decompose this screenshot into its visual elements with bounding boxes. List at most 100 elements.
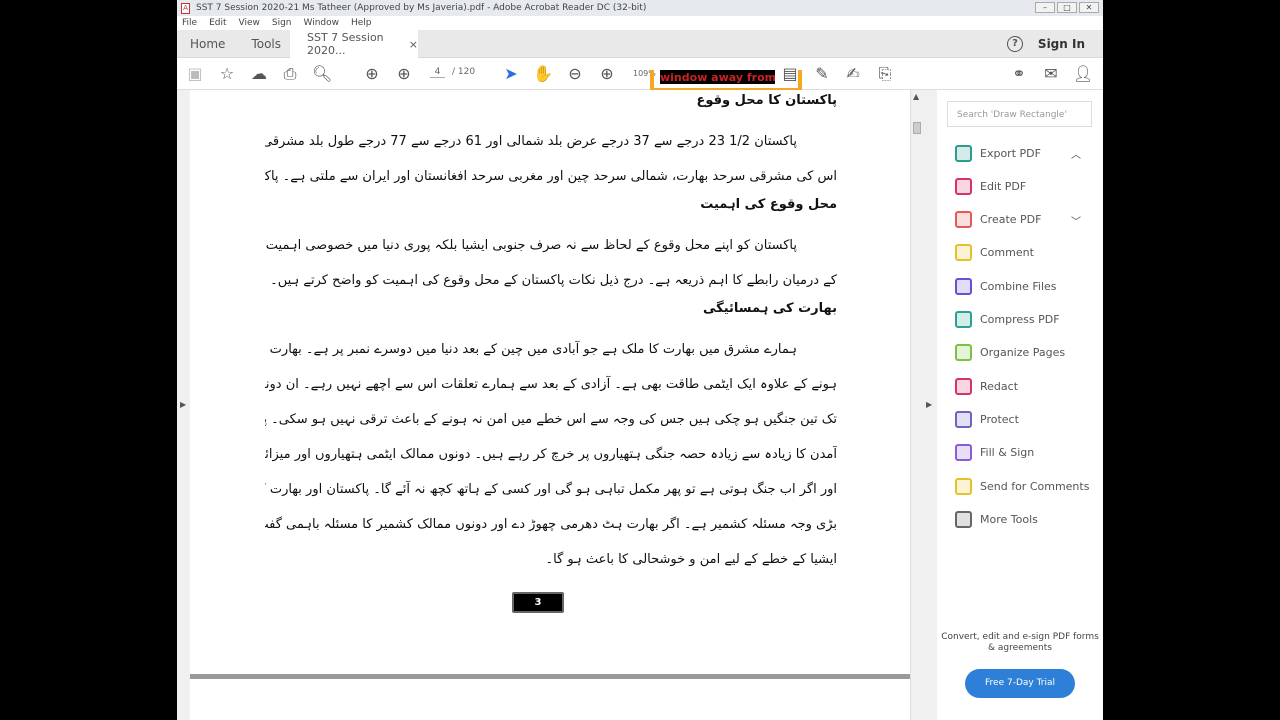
tool-label: Organize Pages	[980, 346, 1066, 360]
acrobat-window: A SST 7 Session 2020-21 Ms Tatheer (Appr…	[177, 0, 1103, 720]
tool-edit-pdf[interactable]: Edit PDF	[955, 176, 1026, 196]
maximize-button[interactable]: □	[1057, 2, 1077, 13]
heading-location: پاکستان کا محل وقوع	[696, 93, 838, 108]
video-overlay-bracket: window away from	[650, 70, 802, 92]
cloud-upload-icon[interactable]: ☁	[249, 64, 269, 84]
collapse-right-arrow-icon[interactable]: ▶	[926, 400, 932, 409]
select-cursor-icon[interactable]: ➤	[501, 64, 521, 84]
tool-send-for-comments[interactable]: Send for Comments	[955, 476, 1089, 496]
page-total: / 120	[452, 67, 476, 77]
paragraph-line: پاکستان کو اپنے محل وقوع کے لحاظ سے نہ ص…	[265, 238, 797, 253]
edit-pdf-icon	[955, 177, 972, 195]
pdf-app-icon: A	[181, 2, 190, 14]
paragraph-line: تک تین جنگیں ہو چکی ہیں جس کی وجہ سے اس …	[265, 412, 837, 427]
send-for-comments-icon	[955, 477, 972, 495]
tool-label: Protect	[980, 412, 1019, 426]
tool-redact[interactable]: Redact	[955, 376, 1018, 396]
paragraph-line: بڑی وجہ مسئلہ کشمیر ہے۔ اگر بھارت ہٹ دھر…	[265, 517, 837, 532]
tool-label: Comment	[980, 246, 1034, 260]
tool-more-tools[interactable]: More Tools	[955, 509, 1038, 529]
tool-label: Compress PDF	[980, 313, 1060, 326]
print-icon[interactable]: ⎙	[280, 64, 300, 84]
vertical-scrollbar[interactable]: ▲	[910, 90, 922, 720]
window-title: SST 7 Session 2020-21 Ms Tatheer (Approv…	[196, 3, 647, 13]
tool-label: Edit PDF	[980, 179, 1027, 193]
close-tab-icon[interactable]: ×	[409, 38, 418, 51]
paragraph-line: ایشیا کے خطے کے لیے امن و خوشحالی کا باع…	[545, 552, 838, 567]
zoom-out-icon[interactable]: ⊖	[565, 64, 585, 84]
search-zoom-icon[interactable]: 🔍︎	[312, 64, 332, 84]
bookmark-star-icon[interactable]: ☆	[217, 64, 237, 84]
document-area: ▶ پاکستان کا محل وقوع پاکستان 1/2 23 درج…	[177, 90, 1103, 720]
paragraph-line: آمدن کا زیادہ سے زیادہ حصہ جنگی ہتھیاروں…	[265, 447, 837, 462]
tool-label: Send for Comments	[980, 479, 1090, 493]
menu-sign[interactable]: Sign	[272, 18, 292, 28]
heading-importance: محل وقوع کی اہمیت	[700, 197, 837, 212]
save-icon[interactable]: ▣	[185, 64, 205, 84]
minimize-button[interactable]: –	[1035, 2, 1055, 13]
chevron-up-icon[interactable]: ︿	[1071, 146, 1081, 161]
left-panel-toggle[interactable]: ▶	[177, 90, 190, 720]
paragraph-line: اس کی مشرقی سرحد بھارت، شمالی سرحد چین ا…	[265, 169, 837, 184]
tool-label: Export PDF	[980, 146, 1041, 160]
page-edge	[190, 674, 910, 679]
previous-page-icon[interactable]: ⊕	[362, 64, 382, 84]
more-tools-icon	[955, 510, 972, 528]
add-user-icon[interactable]: 👤︎	[1073, 64, 1093, 84]
document-tab-label: SST 7 Session 2020...	[307, 31, 384, 57]
compress-pdf-icon	[955, 311, 972, 328]
help-icon[interactable]: ?	[1007, 36, 1023, 52]
close-window-button[interactable]: ✕	[1079, 2, 1099, 13]
tool-protect[interactable]: Protect	[955, 409, 1019, 429]
email-icon[interactable]: ✉	[1041, 64, 1061, 84]
overlay-caption: window away from	[660, 70, 775, 84]
tools-search-input[interactable]: Search 'Draw Rectangle'	[947, 101, 1092, 127]
tool-organize-pages[interactable]: Organize Pages	[955, 343, 1065, 363]
tab-tools[interactable]: Tools	[238, 37, 294, 51]
combine-files-icon	[955, 277, 972, 295]
tool-compress-pdf[interactable]: Compress PDF	[955, 310, 1060, 330]
tab-document[interactable]: SST 7 Session 2020... ×	[290, 30, 418, 58]
page-number-input[interactable]: 4	[430, 67, 445, 78]
scrollbar-thumb[interactable]	[913, 122, 921, 134]
paragraph-line: ہمارے مشرق میں بھارت کا ملک ہے جو آبادی …	[265, 342, 797, 357]
sign-icon[interactable]: ✍	[843, 64, 863, 84]
tool-label: Redact	[980, 379, 1019, 393]
menu-help[interactable]: Help	[351, 18, 372, 28]
right-panel-toggle[interactable]: ▶	[922, 90, 937, 720]
organize-pages-icon	[955, 344, 972, 362]
create-pdf-icon	[955, 211, 972, 229]
tool-label: Create PDF	[980, 213, 1042, 227]
paragraph-line: کے درمیان رابطے کا اہم ذریعہ ہے۔ درج ذیل…	[270, 273, 837, 288]
sign-in-button[interactable]: Sign In	[1038, 37, 1085, 51]
tool-comment[interactable]: Comment	[955, 243, 1034, 263]
expand-left-arrow-icon[interactable]: ▶	[180, 400, 186, 409]
edit-tag-icon[interactable]: ⎘	[875, 64, 895, 84]
chevron-down-icon[interactable]: ﹀	[1071, 213, 1081, 228]
scroll-up-icon[interactable]: ▲	[913, 92, 919, 101]
tool-combine-files[interactable]: Combine Files	[955, 276, 1057, 296]
hand-tool-icon[interactable]: ✋	[533, 64, 553, 84]
paragraph-line: پاکستان 1/2 23 درجے سے 37 درجے عرض بلد ش…	[265, 134, 797, 149]
protect-icon	[955, 410, 972, 428]
toolbar: ▣ ☆ ☁ ⎙ 🔍︎ ⊕ ⊕ 4 / 120 ➤ ✋ ⊖ ⊕ 109% ▤ ✎ …	[177, 58, 1103, 92]
tool-export-pdf[interactable]: Export PDF	[955, 143, 1041, 163]
free-trial-button[interactable]: Free 7-Day Trial	[965, 669, 1075, 698]
menu-window[interactable]: Window	[304, 18, 340, 28]
export-pdf-icon	[955, 144, 972, 162]
menu-file[interactable]: File	[182, 18, 197, 28]
pdf-page: پاکستان کا محل وقوع پاکستان 1/2 23 درجے …	[190, 90, 910, 675]
zoom-in-icon[interactable]: ⊕	[597, 64, 617, 84]
next-page-icon[interactable]: ⊕	[394, 64, 414, 84]
menu-view[interactable]: View	[239, 18, 260, 28]
tab-home[interactable]: Home	[177, 37, 238, 51]
tool-fill-sign[interactable]: Fill & Sign	[955, 443, 1034, 463]
highlight-pen-icon[interactable]: ✎	[812, 64, 832, 84]
promo-text: Convert, edit and e-sign PDF forms & agr…	[941, 632, 1099, 653]
tool-create-pdf[interactable]: Create PDF	[955, 210, 1041, 230]
redact-icon	[955, 377, 972, 395]
menu-edit[interactable]: Edit	[209, 18, 226, 28]
title-bar: A SST 7 Session 2020-21 Ms Tatheer (Appr…	[177, 0, 1103, 16]
share-link-icon[interactable]: ⚭	[1009, 64, 1029, 84]
tool-label: Fill & Sign	[980, 446, 1035, 460]
